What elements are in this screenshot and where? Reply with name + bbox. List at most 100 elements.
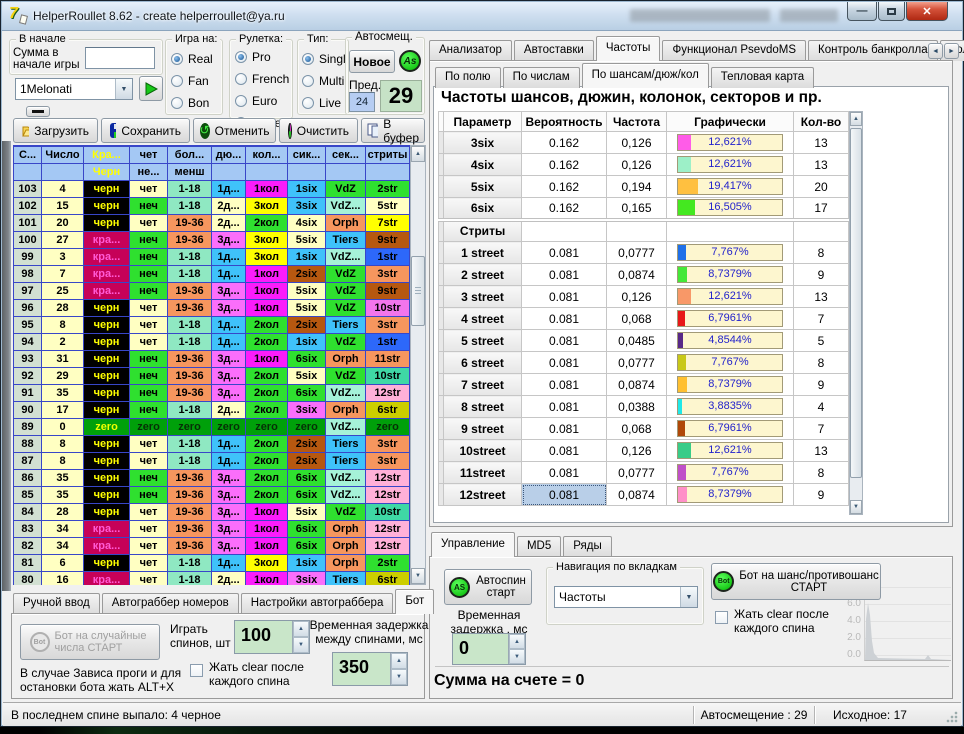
- param-cell[interactable]: 3 street: [444, 286, 522, 308]
- spin-attr-cell[interactable]: 1д...: [212, 436, 246, 453]
- spin-attr-cell[interactable]: кра...: [84, 538, 130, 555]
- spin-attr-cell[interactable]: 10str: [366, 300, 410, 317]
- tab-main-Автоставки[interactable]: Автоставки: [514, 40, 594, 61]
- spin-attr-cell[interactable]: 1-18: [168, 198, 212, 215]
- spin-attr-cell[interactable]: 2six: [288, 453, 326, 470]
- spin-attr-cell[interactable]: чет: [130, 504, 168, 521]
- spin-attr-cell[interactable]: 19-36: [168, 215, 212, 232]
- spin-attr-cell[interactable]: неч: [130, 402, 168, 419]
- probability-cell[interactable]: 0.162: [522, 154, 607, 176]
- radio-option-Pro[interactable]: Pro: [235, 46, 292, 68]
- param-cell[interactable]: 8 street: [444, 396, 522, 418]
- spin-attr-cell[interactable]: чет: [130, 453, 168, 470]
- spin-number-cell[interactable]: 4: [42, 181, 84, 198]
- param-cell[interactable]: 12street: [444, 484, 522, 506]
- new-button[interactable]: Новое: [349, 50, 395, 73]
- play-button[interactable]: [139, 76, 163, 101]
- spin-attr-cell[interactable]: 2д...: [212, 402, 246, 419]
- start-sum-input[interactable]: [85, 47, 155, 69]
- spin-attr-cell[interactable]: черн: [84, 487, 130, 504]
- probability-cell[interactable]: 0.081: [522, 352, 607, 374]
- autospin-start-button[interactable]: AS Автоспин старт: [444, 569, 532, 605]
- spin-attr-cell[interactable]: чет: [130, 215, 168, 232]
- spin-attr-cell[interactable]: 1-18: [168, 453, 212, 470]
- spin-attr-cell[interactable]: 1-18: [168, 266, 212, 283]
- column-header[interactable]: не...: [130, 164, 168, 181]
- count-cell[interactable]: 13: [794, 154, 849, 176]
- spin-attr-cell[interactable]: 1кол: [246, 266, 288, 283]
- count-cell[interactable]: 7: [794, 418, 849, 440]
- spin-index-cell[interactable]: 101: [14, 215, 42, 232]
- tab-main-Анализатор[interactable]: Анализатор: [429, 40, 512, 61]
- spin-attr-cell[interactable]: 3кол: [246, 198, 288, 215]
- probability-cell[interactable]: 0.081: [522, 484, 607, 506]
- spin-attr-cell[interactable]: 2six: [288, 317, 326, 334]
- spin-attr-cell[interactable]: 2кол: [246, 453, 288, 470]
- spin-attr-cell[interactable]: Orph: [326, 351, 366, 368]
- radio-option-Live[interactable]: Live: [302, 92, 348, 114]
- frequency-cell[interactable]: 0,126: [607, 440, 667, 462]
- scroll-up-icon[interactable]: ▲: [850, 112, 862, 126]
- param-cell[interactable]: 6 street: [444, 352, 522, 374]
- spin-index-cell[interactable]: 99: [14, 249, 42, 266]
- radio-option-French[interactable]: French: [235, 68, 292, 90]
- spin-attr-cell[interactable]: Tiers: [326, 317, 366, 334]
- spin-number-cell[interactable]: 28: [42, 300, 84, 317]
- tab-bot-Автограббер номеров[interactable]: Автограббер номеров: [102, 593, 239, 614]
- frequency-cell[interactable]: 0,0874: [607, 374, 667, 396]
- radio-option-Fan[interactable]: Fan: [171, 70, 222, 92]
- spin-number-cell[interactable]: 34: [42, 521, 84, 538]
- spin-number-cell[interactable]: 8: [42, 317, 84, 334]
- column-header[interactable]: [288, 164, 326, 181]
- spin-attr-cell[interactable]: 3д...: [212, 351, 246, 368]
- spin-attr-cell[interactable]: черн: [84, 181, 130, 198]
- count-cell[interactable]: 13: [794, 286, 849, 308]
- count-cell[interactable]: 9: [794, 484, 849, 506]
- spins-scrollbar[interactable]: ▲ ▼: [410, 145, 426, 585]
- probability-cell[interactable]: 0.162: [522, 176, 607, 198]
- spin-attr-cell[interactable]: 3д...: [212, 283, 246, 300]
- spin-attr-cell[interactable]: 1-18: [168, 436, 212, 453]
- probability-cell[interactable]: 0.081: [522, 396, 607, 418]
- spin-attr-cell[interactable]: чет: [130, 572, 168, 586]
- spin-index-cell[interactable]: 82: [14, 538, 42, 555]
- spin-attr-cell[interactable]: 6six: [288, 351, 326, 368]
- spin-attr-cell[interactable]: 1кол: [246, 181, 288, 198]
- spin-attr-cell[interactable]: черн: [84, 402, 130, 419]
- column-header[interactable]: Графически: [667, 112, 794, 132]
- spin-attr-cell[interactable]: 1-18: [168, 317, 212, 334]
- spin-attr-cell[interactable]: 12str: [366, 538, 410, 555]
- stepper-down-icon[interactable]: ▼: [391, 669, 407, 685]
- spin-attr-cell[interactable]: черн: [84, 351, 130, 368]
- scrollbar-thumb[interactable]: [411, 256, 425, 326]
- spin-attr-cell[interactable]: 12str: [366, 470, 410, 487]
- column-header[interactable]: Число: [42, 147, 84, 164]
- spin-attr-cell[interactable]: чет: [130, 538, 168, 555]
- probability-cell[interactable]: 0.081: [522, 330, 607, 352]
- spin-attr-cell[interactable]: Tiers: [326, 436, 366, 453]
- spin-attr-cell[interactable]: 12str: [366, 487, 410, 504]
- tab-scroll-right-icon[interactable]: ►: [944, 43, 959, 59]
- tab-ctl-Управление[interactable]: Управление: [431, 532, 515, 557]
- spin-number-cell[interactable]: 20: [42, 215, 84, 232]
- scroll-down-icon[interactable]: ▼: [411, 568, 425, 584]
- spin-attr-cell[interactable]: черн: [84, 470, 130, 487]
- collapse-button[interactable]: [26, 106, 50, 117]
- spin-attr-cell[interactable]: 1кол: [246, 351, 288, 368]
- spin-number-cell[interactable]: 0: [42, 419, 84, 436]
- param-cell[interactable]: 4six: [444, 154, 522, 176]
- column-header[interactable]: Параметр: [444, 112, 522, 132]
- spin-attr-cell[interactable]: чет: [130, 436, 168, 453]
- radio-icon[interactable]: [235, 51, 247, 63]
- spin-number-cell[interactable]: 35: [42, 487, 84, 504]
- resize-grip[interactable]: [946, 711, 958, 723]
- count-cell[interactable]: 8: [794, 242, 849, 264]
- probability-cell[interactable]: 0.081: [522, 286, 607, 308]
- spin-attr-cell[interactable]: 5six: [288, 283, 326, 300]
- spin-attr-cell[interactable]: 3кол: [246, 232, 288, 249]
- spin-attr-cell[interactable]: черн: [84, 215, 130, 232]
- spin-attr-cell[interactable]: кра...: [84, 521, 130, 538]
- spin-attr-cell[interactable]: черн: [84, 300, 130, 317]
- spin-attr-cell[interactable]: 6str: [366, 572, 410, 586]
- spin-attr-cell[interactable]: 11str: [366, 351, 410, 368]
